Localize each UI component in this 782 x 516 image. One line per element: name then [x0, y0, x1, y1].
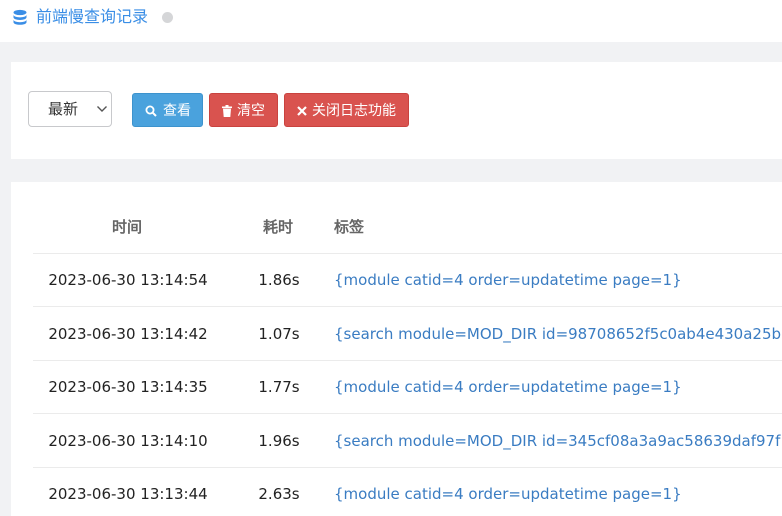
row-duration: 1.86s: [258, 271, 300, 289]
row-time: 2023-06-30 13:14:42: [48, 325, 208, 343]
row-tag-link[interactable]: {module catid=4 order=updatetime page=1}: [334, 485, 682, 503]
slow-query-table: 时间 耗时 标签 2023-06-30 13:14:54 1.86s {modu…: [11, 182, 782, 516]
row-tag-link[interactable]: {module catid=4 order=updatetime page=1}: [334, 271, 682, 289]
close-icon: [297, 106, 307, 116]
row-divider: [33, 360, 782, 361]
sort-select[interactable]: 最新: [28, 91, 112, 127]
row-time: 2023-06-30 13:14:35: [48, 378, 208, 396]
status-dot: [162, 12, 173, 23]
row-time: 2023-06-30 13:14:10: [48, 432, 208, 450]
column-header-tag: 标签: [334, 218, 365, 236]
close-log-button[interactable]: 关闭日志功能: [284, 93, 409, 127]
column-header-time: 时间: [112, 218, 143, 236]
row-duration: 1.77s: [258, 378, 300, 396]
row-duration: 1.07s: [258, 325, 300, 343]
row-duration: 2.63s: [258, 485, 300, 503]
row-tag-link[interactable]: {module catid=4 order=updatetime page=1}: [334, 378, 682, 396]
row-tag-link[interactable]: {search module=MOD_DIR id=345cf08a3a9ac5…: [334, 432, 780, 450]
row-divider: [33, 306, 782, 307]
page-header: 前端慢查询记录: [0, 0, 782, 42]
page-title: 前端慢查询记录: [36, 7, 149, 26]
clear-button[interactable]: 清空: [209, 93, 278, 127]
view-button-label: 查看: [163, 103, 191, 119]
search-icon: [145, 105, 157, 117]
row-divider: [33, 467, 782, 468]
toolbar: 最新 查看 清空 关闭日志功能: [11, 62, 782, 159]
close-log-button-label: 关闭日志功能: [312, 103, 396, 119]
row-divider: [33, 413, 782, 414]
column-header-duration: 耗时: [263, 218, 294, 236]
sort-select-value: 最新: [48, 100, 79, 118]
header-divider: [33, 253, 782, 254]
view-button[interactable]: 查看: [132, 93, 203, 127]
database-icon: [13, 9, 27, 25]
trash-icon: [222, 105, 232, 117]
chevron-down-icon: [97, 106, 107, 112]
row-time: 2023-06-30 13:14:54: [48, 271, 208, 289]
row-tag-link[interactable]: {search module=MOD_DIR id=98708652f5c0ab…: [334, 325, 781, 343]
clear-button-label: 清空: [237, 103, 265, 119]
row-duration: 1.96s: [258, 432, 300, 450]
row-time: 2023-06-30 13:13:44: [48, 485, 208, 503]
